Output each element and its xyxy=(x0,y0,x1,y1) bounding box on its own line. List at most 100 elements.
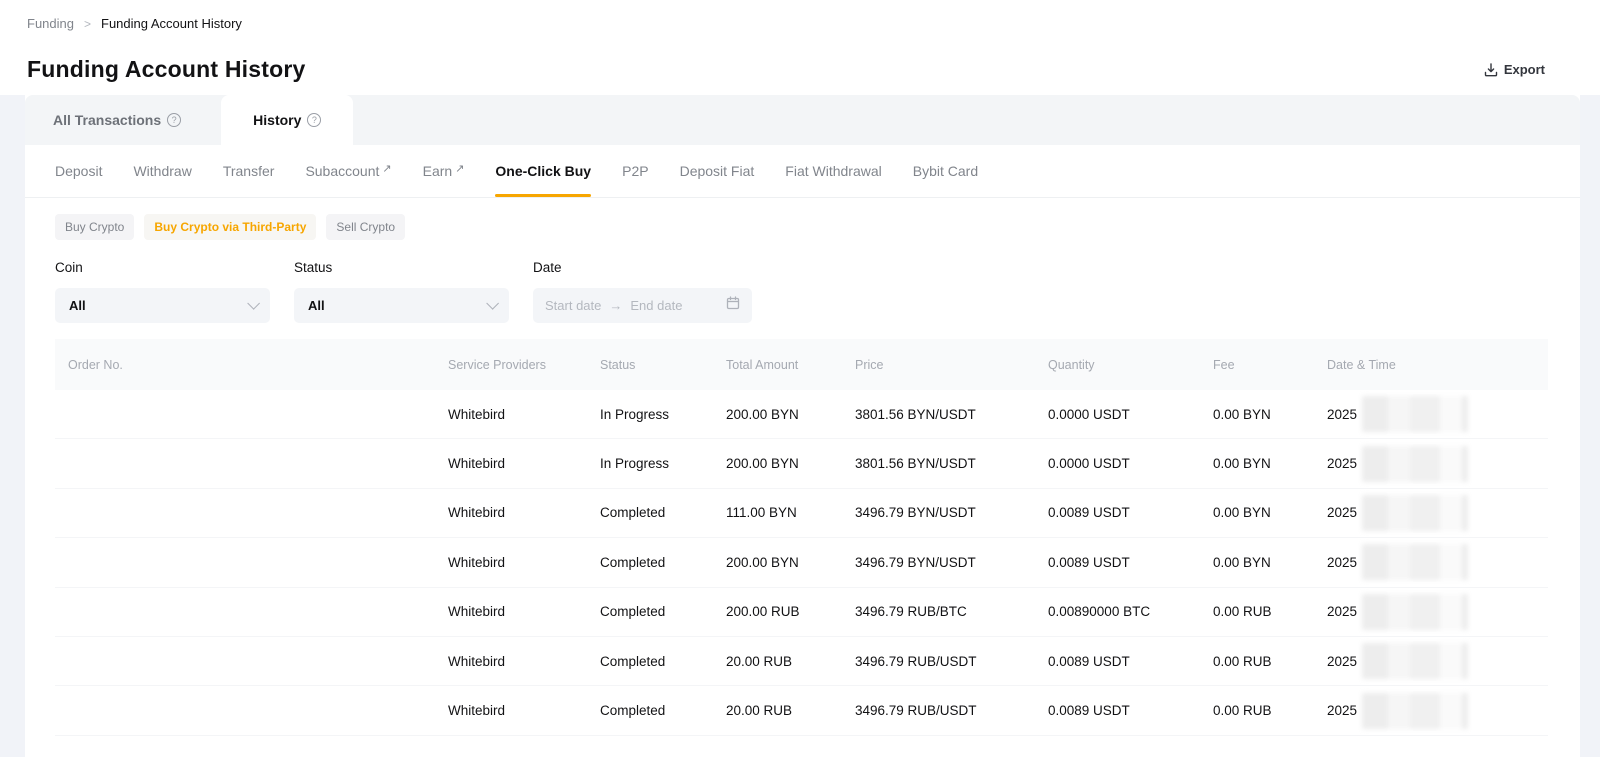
total-cell: 200.00 BYN xyxy=(726,456,855,471)
col-price: Price xyxy=(855,358,1048,372)
chevron-down-icon xyxy=(486,297,499,310)
price-cell: 3496.79 BYN/USDT xyxy=(855,505,1048,520)
quantity-cell: 0.0089 USDT xyxy=(1048,505,1213,520)
price-cell: 3496.79 RUB/USDT xyxy=(855,654,1048,669)
provider-cell: Whitebird xyxy=(448,604,600,619)
subtab-label: P2P xyxy=(622,163,648,179)
help-icon[interactable]: ? xyxy=(307,113,321,127)
datetime-year: 2025 xyxy=(1327,456,1357,471)
subtab-one-click-buy[interactable]: One-Click Buy xyxy=(495,145,591,197)
quantity-cell: 0.00890000 BTC xyxy=(1048,604,1213,619)
start-date-input[interactable]: Start date xyxy=(545,298,601,313)
subtab-label: Deposit xyxy=(55,163,102,179)
subtab-fiat-withdrawal[interactable]: Fiat Withdrawal xyxy=(785,145,881,197)
coin-select-value: All xyxy=(69,298,86,313)
quantity-cell: 0.0089 USDT xyxy=(1048,654,1213,669)
download-icon xyxy=(1484,63,1498,77)
datetime-year: 2025 xyxy=(1327,407,1357,422)
pill-buy-crypto-third-party[interactable]: Buy Crypto via Third-Party xyxy=(144,214,316,240)
help-icon[interactable]: ? xyxy=(167,113,181,127)
col-fee: Fee xyxy=(1213,358,1327,372)
total-cell: 200.00 BYN xyxy=(726,555,855,570)
status-select[interactable]: All xyxy=(294,288,509,323)
table-row: Whitebird Completed 20.00 RUB 3496.79 RU… xyxy=(55,637,1548,686)
table-row: Whitebird Completed 20.00 RUB 3496.79 RU… xyxy=(55,686,1548,735)
provider-cell: Whitebird xyxy=(448,505,600,520)
col-status: Status xyxy=(600,358,726,372)
status-cell: Completed xyxy=(600,604,726,619)
table-row: Whitebird In Progress 200.00 BYN 3801.56… xyxy=(55,439,1548,488)
subtab-bybit-card[interactable]: Bybit Card xyxy=(913,145,978,197)
history-type-tabs: Deposit Withdraw Transfer Subaccount↗ Ea… xyxy=(25,145,1580,198)
status-filter-label: Status xyxy=(294,260,509,275)
chevron-down-icon xyxy=(247,297,260,310)
subtab-transfer[interactable]: Transfer xyxy=(223,145,275,197)
pill-sell-crypto[interactable]: Sell Crypto xyxy=(326,214,405,240)
subtab-label: Earn xyxy=(423,163,453,179)
subtab-subaccount[interactable]: Subaccount↗ xyxy=(305,145,391,197)
tab-all-transactions[interactable]: All Transactions ? xyxy=(25,95,221,145)
breadcrumb-funding-link[interactable]: Funding xyxy=(27,16,74,31)
page-gutter-left xyxy=(0,95,25,757)
datetime-cell: 2025 xyxy=(1327,495,1548,531)
datetime-cell: 2025 xyxy=(1327,446,1548,482)
datetime-cell: 2025 xyxy=(1327,396,1548,432)
content-card: All Transactions ? History ? Deposit Wit… xyxy=(25,95,1580,757)
coin-filter: Coin All xyxy=(55,260,270,323)
subtab-label: Subaccount xyxy=(305,163,379,179)
table-row: Whitebird Completed 111.00 BYN 3496.79 B… xyxy=(55,489,1548,538)
subtab-p2p[interactable]: P2P xyxy=(622,145,648,197)
status-cell: Completed xyxy=(600,654,726,669)
transactions-table: Order No. Service Providers Status Total… xyxy=(55,339,1548,736)
total-cell: 20.00 RUB xyxy=(726,703,855,718)
status-cell: Completed xyxy=(600,703,726,718)
table-header: Order No. Service Providers Status Total… xyxy=(55,339,1548,390)
tab-all-transactions-label: All Transactions xyxy=(53,112,161,128)
datetime-redacted xyxy=(1362,544,1468,580)
price-cell: 3496.79 RUB/USDT xyxy=(855,703,1048,718)
provider-cell: Whitebird xyxy=(448,456,600,471)
datetime-cell: 2025 xyxy=(1327,693,1548,729)
subtab-deposit[interactable]: Deposit xyxy=(55,145,102,197)
status-cell: In Progress xyxy=(600,456,726,471)
fee-cell: 0.00 BYN xyxy=(1213,555,1327,570)
datetime-cell: 2025 xyxy=(1327,594,1548,630)
tab-history-label: History xyxy=(253,112,301,128)
subtab-label: Transfer xyxy=(223,163,275,179)
status-cell: Completed xyxy=(600,505,726,520)
status-cell: Completed xyxy=(600,555,726,570)
subtab-withdraw[interactable]: Withdraw xyxy=(133,145,191,197)
price-cell: 3496.79 RUB/BTC xyxy=(855,604,1048,619)
fee-cell: 0.00 RUB xyxy=(1213,703,1327,718)
col-date-time: Date & Time xyxy=(1327,358,1548,372)
subtab-earn[interactable]: Earn↗ xyxy=(423,145,465,197)
export-label: Export xyxy=(1504,62,1545,77)
provider-cell: Whitebird xyxy=(448,654,600,669)
subtab-deposit-fiat[interactable]: Deposit Fiat xyxy=(680,145,755,197)
price-cell: 3496.79 BYN/USDT xyxy=(855,555,1048,570)
filter-bar: Coin All Status All Date Start date → E xyxy=(25,240,1580,323)
date-range-picker[interactable]: Start date → End date xyxy=(533,288,752,323)
datetime-year: 2025 xyxy=(1327,703,1357,718)
datetime-cell: 2025 xyxy=(1327,643,1548,679)
quantity-cell: 0.0089 USDT xyxy=(1048,703,1213,718)
coin-select[interactable]: All xyxy=(55,288,270,323)
tab-history[interactable]: History ? xyxy=(221,95,353,145)
subtab-label: Deposit Fiat xyxy=(680,163,755,179)
total-cell: 111.00 BYN xyxy=(726,505,855,520)
datetime-redacted xyxy=(1362,446,1468,482)
datetime-redacted xyxy=(1362,693,1468,729)
table-row: Whitebird In Progress 200.00 BYN 3801.56… xyxy=(55,390,1548,439)
status-cell: In Progress xyxy=(600,407,726,422)
total-cell: 200.00 BYN xyxy=(726,407,855,422)
page-gutter-right xyxy=(1580,95,1600,757)
export-button[interactable]: Export xyxy=(1484,62,1545,77)
pill-buy-crypto[interactable]: Buy Crypto xyxy=(55,214,134,240)
datetime-redacted xyxy=(1362,643,1468,679)
subtab-label: One-Click Buy xyxy=(495,163,591,179)
calendar-icon xyxy=(726,296,740,315)
datetime-year: 2025 xyxy=(1327,654,1357,669)
fee-cell: 0.00 RUB xyxy=(1213,654,1327,669)
end-date-input[interactable]: End date xyxy=(630,298,682,313)
total-cell: 200.00 RUB xyxy=(726,604,855,619)
